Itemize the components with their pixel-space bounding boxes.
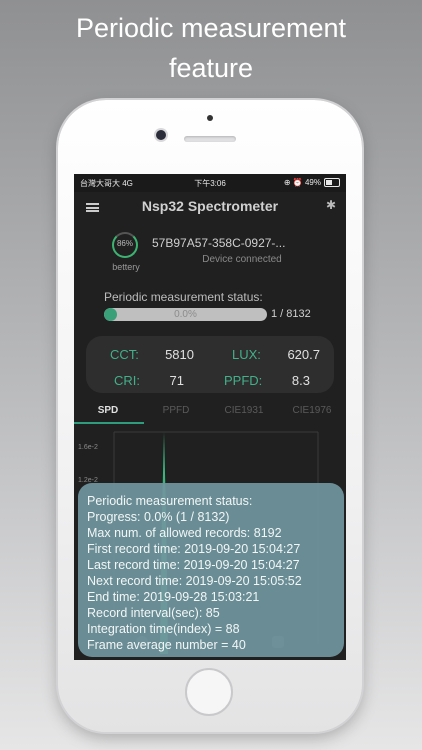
y-tick-top: 1.6e-2 bbox=[78, 444, 98, 451]
device-id: 57B97A57-358C-0927-... bbox=[152, 236, 286, 250]
overlay-line: Frame average number = 40 bbox=[87, 638, 246, 652]
battery-label: bettery bbox=[112, 262, 140, 272]
tab-bar: SPD PPFD CIE1931 CIE1976 bbox=[74, 400, 346, 424]
battery-percent: 86% bbox=[116, 239, 133, 248]
bluetooth-icon[interactable]: ✱ bbox=[326, 198, 336, 212]
headline-line-2: feature bbox=[168, 53, 254, 83]
overlay-line: End time: 2019-09-28 15:03:21 bbox=[87, 590, 260, 604]
proximity-sensor bbox=[207, 115, 213, 121]
app-title: Nsp32 Spectrometer bbox=[141, 198, 279, 214]
overlay-line: Last record time: 2019-09-20 15:04:27 bbox=[87, 558, 300, 572]
battery-status-icon bbox=[324, 178, 340, 188]
status-icons-text: ⊕ ⏰ 49% bbox=[283, 178, 321, 187]
front-camera bbox=[156, 130, 166, 140]
tab-ppfd[interactable]: PPFD bbox=[142, 405, 210, 416]
ppfd-value: 8.3 bbox=[291, 373, 310, 388]
overlay-line: First record time: 2019-09-20 15:04:27 bbox=[87, 542, 301, 556]
headline: Periodic measurement feature bbox=[0, 8, 422, 88]
periodic-info-overlay: Periodic measurement status: Progress: 0… bbox=[78, 483, 344, 657]
progress-bar: 0.0% bbox=[104, 308, 267, 321]
progress-count: 1 / 8132 bbox=[271, 308, 311, 320]
overlay-line: Max num. of allowed records: 8192 bbox=[87, 526, 282, 540]
lux-label: LUX: bbox=[232, 347, 261, 362]
earpiece-speaker bbox=[184, 136, 236, 142]
home-button[interactable] bbox=[185, 668, 233, 716]
periodic-status-label: Periodic measurement status: bbox=[104, 290, 263, 304]
tab-cie1976[interactable]: CIE1976 bbox=[278, 405, 346, 416]
overlay-line: Record interval(sec): 85 bbox=[87, 606, 220, 620]
stats-panel: CCT: 5810 LUX: 620.7 CRI: 71 PPFD: 8.3 bbox=[86, 336, 334, 393]
overlay-line: Next record time: 2019-09-20 15:05:52 bbox=[87, 574, 302, 588]
tab-spd[interactable]: SPD bbox=[74, 405, 142, 416]
headline-line-1: Periodic measurement bbox=[75, 13, 347, 43]
overlay-line: Periodic measurement status: bbox=[87, 494, 253, 508]
cri-label: CRI: bbox=[114, 373, 140, 388]
lux-value: 620.7 bbox=[287, 347, 320, 362]
status-icons: ⊕ ⏰ 49% bbox=[283, 178, 340, 188]
cct-label: CCT: bbox=[110, 347, 139, 362]
tab-cie1931[interactable]: CIE1931 bbox=[210, 405, 278, 416]
ppfd-label: PPFD: bbox=[224, 373, 263, 388]
overlay-line: Integration time(index) = 88 bbox=[87, 622, 240, 636]
cri-value: 71 bbox=[169, 373, 184, 388]
nav-bar: Nsp32 Spectrometer ✱ bbox=[74, 192, 346, 222]
cct-value: 5810 bbox=[165, 347, 194, 362]
progress-text: 0.0% bbox=[174, 309, 197, 320]
device-status: Device connected bbox=[202, 254, 282, 265]
overlay-line: Progress: 0.0% (1 / 8132) bbox=[87, 510, 230, 524]
status-bar: 台灣大哥大 4G 下午3:06 ⊕ ⏰ 49% bbox=[74, 174, 346, 192]
